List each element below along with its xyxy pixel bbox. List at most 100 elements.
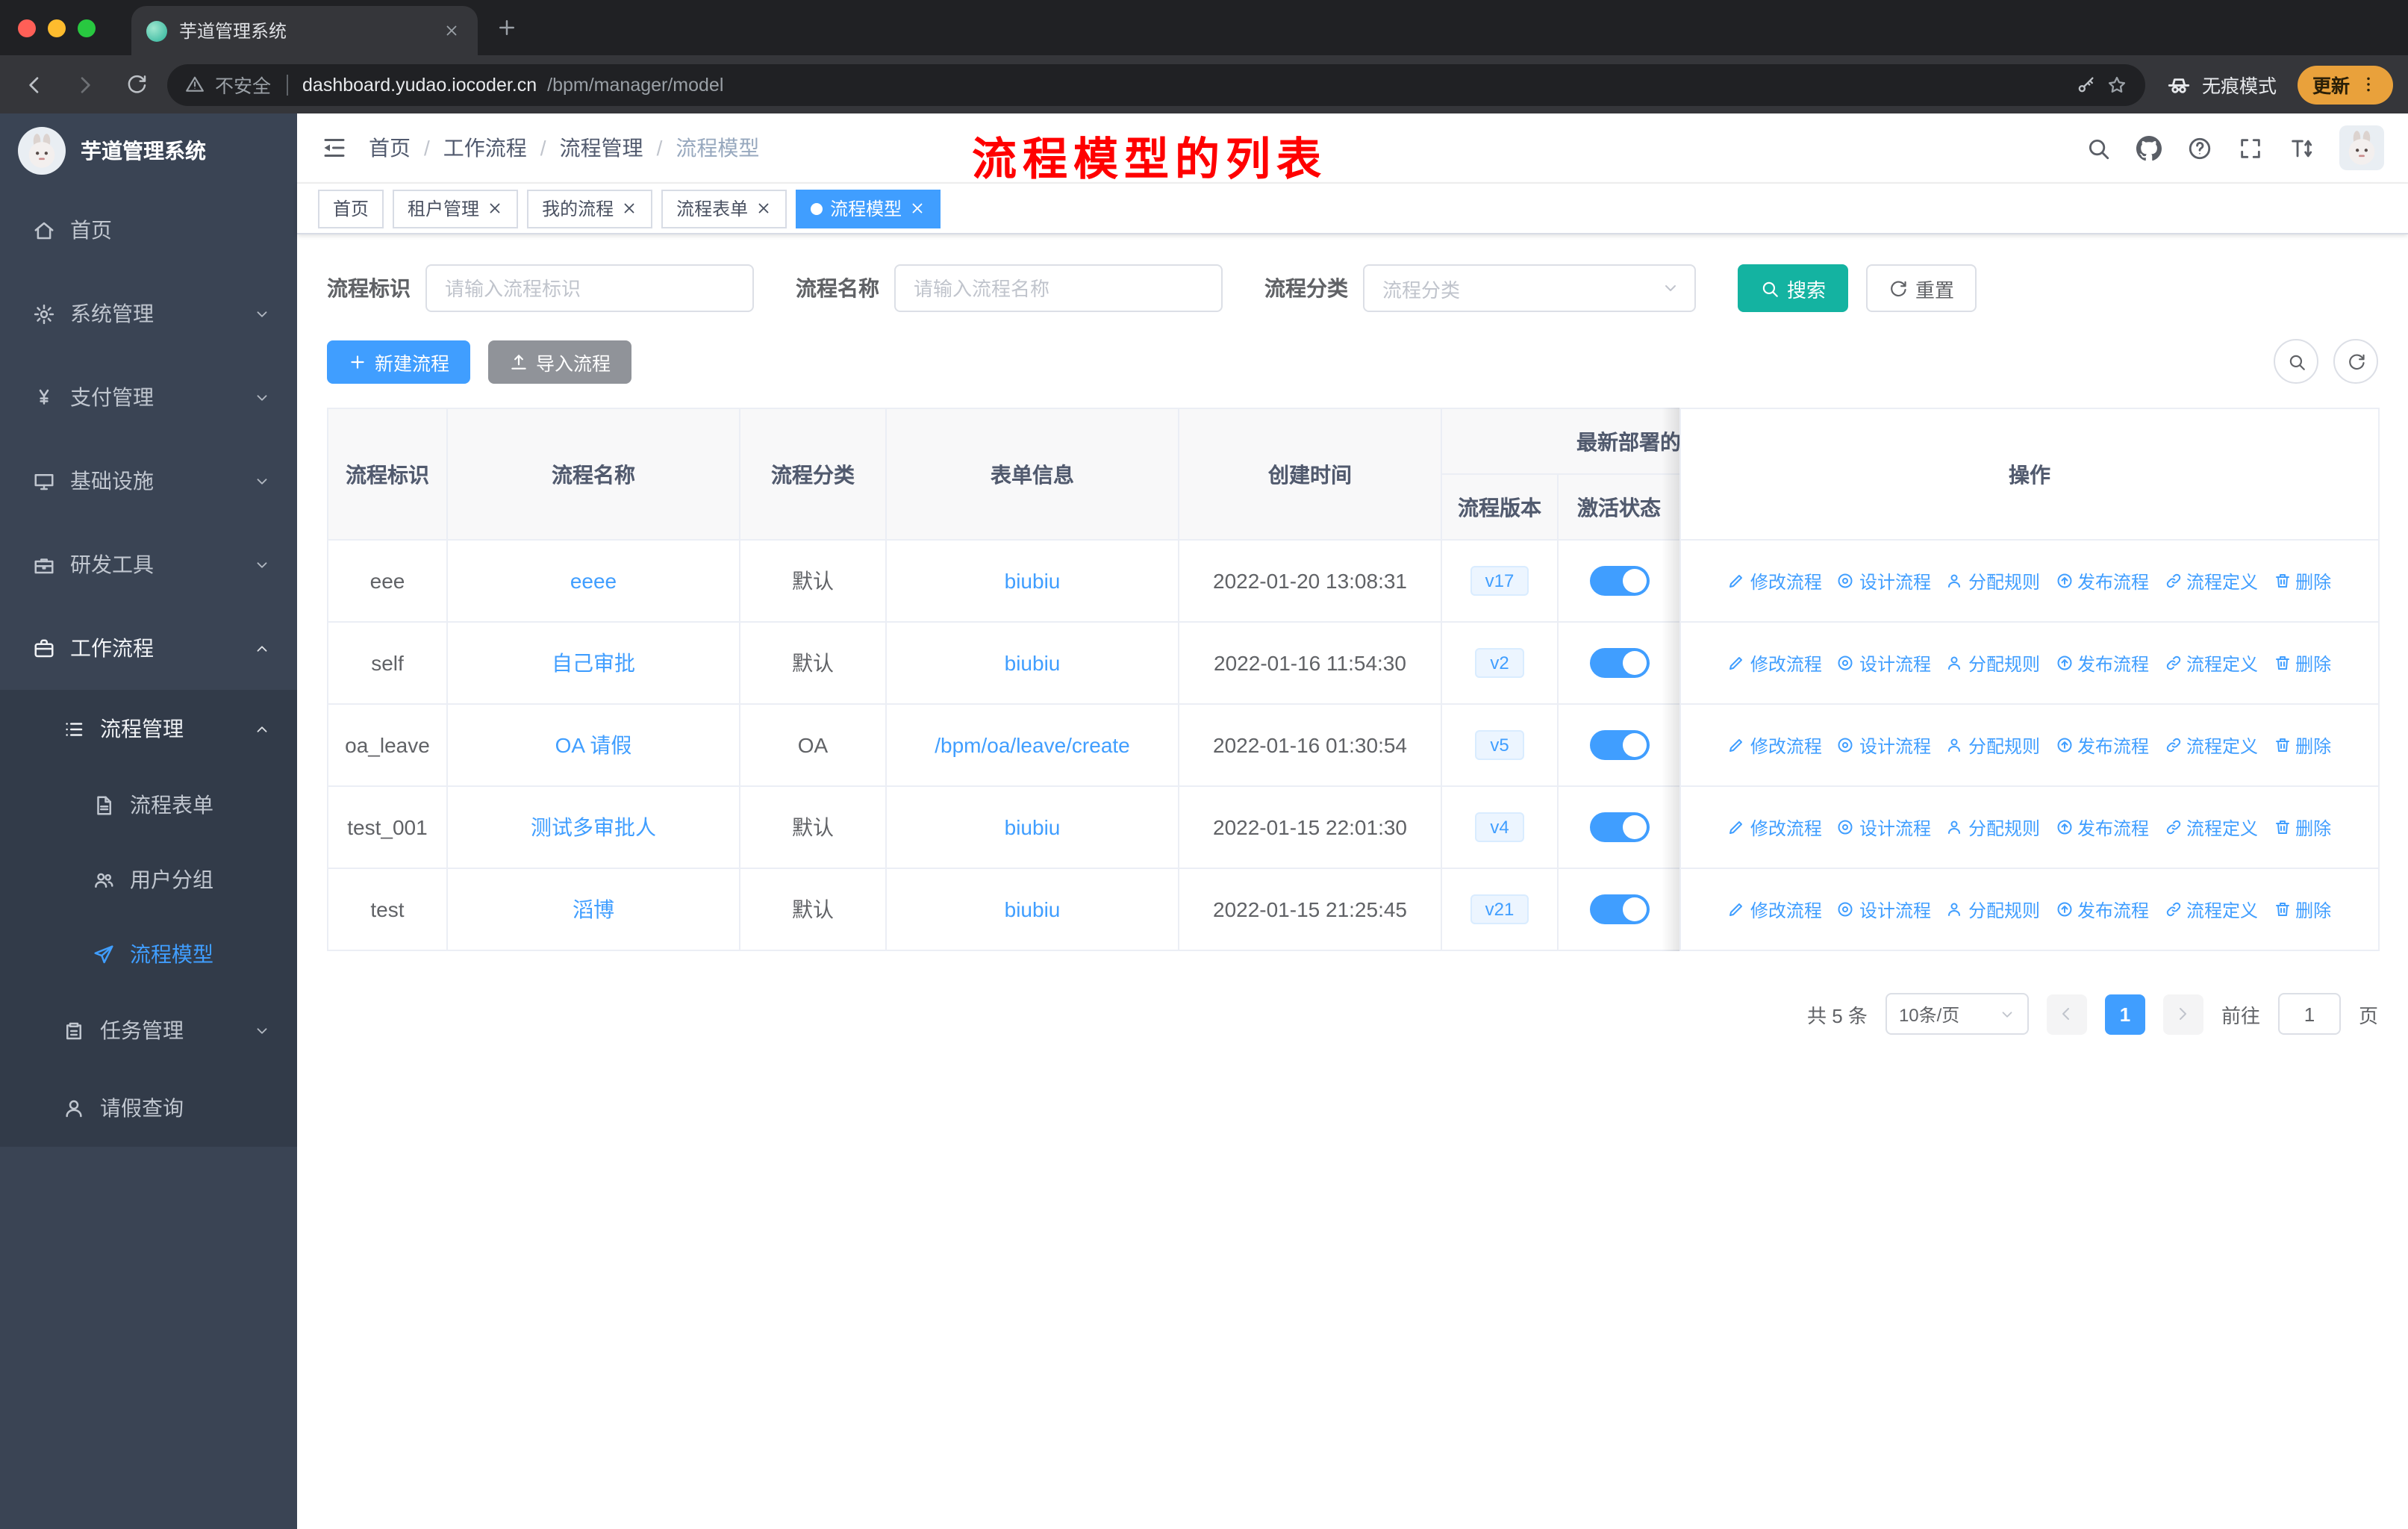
tab-close-icon[interactable] [439,19,463,43]
form-info-link[interactable]: biubiu [1005,651,1061,675]
refresh-table-button[interactable] [2333,339,2378,384]
sidebar-item-devtool[interactable]: 研发工具 [0,523,297,606]
action-define[interactable]: 流程定义 [2164,732,2258,758]
search-icon[interactable] [2086,135,2111,161]
user-avatar[interactable] [2339,125,2384,170]
breadcrumb-item[interactable]: 流程管理 [560,133,643,163]
status-toggle[interactable] [1589,812,1649,842]
form-info-link[interactable]: biubiu [1005,815,1061,839]
action-delete[interactable]: 删除 [2273,897,2331,922]
reload-icon[interactable] [116,65,155,104]
sidebar-item-task-mgmt[interactable]: 任务管理 [0,991,297,1069]
filter-category-select[interactable]: 流程分类 [1363,264,1696,312]
next-page-button[interactable] [2162,994,2203,1034]
browser-tab[interactable]: 芋道管理系统 [131,6,478,55]
status-toggle[interactable] [1589,648,1649,678]
sidebar-item-system[interactable]: 系统管理 [0,272,297,355]
action-design[interactable]: 设计流程 [1837,897,1931,922]
action-design[interactable]: 设计流程 [1837,650,1931,676]
view-tag[interactable]: 首页 [318,189,384,228]
action-define[interactable]: 流程定义 [2164,815,2258,840]
forward-icon[interactable] [66,65,105,104]
github-icon[interactable] [2136,135,2162,161]
action-edit[interactable]: 修改流程 [1728,897,1822,922]
sidebar-item-infra[interactable]: 基础设施 [0,439,297,523]
close-icon[interactable] [621,200,637,217]
sidebar-item-process-model[interactable]: 流程模型 [0,917,297,991]
action-define[interactable]: 流程定义 [2164,650,2258,676]
close-icon[interactable] [755,200,772,217]
page-number-button[interactable]: 1 [2104,994,2145,1034]
security-label[interactable]: 不安全 [215,70,271,99]
action-delete[interactable]: 删除 [2273,815,2331,840]
prev-page-button[interactable] [2046,994,2087,1034]
view-tag[interactable]: 租户管理 [393,189,519,228]
toggle-search-button[interactable] [2274,339,2318,384]
action-publish[interactable]: 发布流程 [2055,568,2149,594]
sidebar-fold-icon[interactable] [321,134,348,161]
help-icon[interactable] [2187,135,2212,161]
action-assign[interactable]: 分配规则 [1946,815,2040,840]
form-info-link[interactable]: biubiu [1005,569,1061,593]
view-tag[interactable]: 我的流程 [527,189,653,228]
filter-name-input[interactable] [894,264,1223,312]
zoom-window-button[interactable] [78,19,96,37]
import-process-button[interactable]: 导入流程 [488,340,632,383]
form-info-link[interactable]: biubiu [1005,897,1061,921]
filter-id-input[interactable] [425,264,754,312]
view-tag[interactable]: 流程模型 [796,189,941,228]
close-window-button[interactable] [18,19,36,37]
action-edit[interactable]: 修改流程 [1728,650,1822,676]
back-icon[interactable] [15,65,54,104]
process-name-link[interactable]: eeee [570,569,617,593]
sidebar-item-home[interactable]: 首页 [0,188,297,272]
action-delete[interactable]: 删除 [2273,650,2331,676]
sidebar-item-user-group[interactable]: 用户分组 [0,842,297,917]
breadcrumb-item[interactable]: 工作流程 [443,133,527,163]
process-name-link[interactable]: 滔博 [573,897,614,921]
view-tag[interactable]: 流程表单 [661,189,787,228]
action-design[interactable]: 设计流程 [1837,568,1931,594]
process-name-link[interactable]: OA 请假 [555,733,632,757]
process-name-link[interactable]: 自己审批 [552,651,635,675]
sidebar-item-pay[interactable]: 支付管理 [0,355,297,439]
close-icon[interactable] [909,200,926,217]
action-publish[interactable]: 发布流程 [2055,732,2149,758]
fullscreen-icon[interactable] [2238,135,2263,161]
key-icon[interactable] [2075,74,2096,95]
action-assign[interactable]: 分配规则 [1946,650,2040,676]
status-toggle[interactable] [1589,566,1649,596]
menu-dots-icon[interactable] [2359,75,2378,94]
font-size-icon[interactable] [2289,135,2314,161]
sidebar-item-leave-query[interactable]: 请假查询 [0,1069,297,1147]
minimize-window-button[interactable] [48,19,66,37]
goto-page-input[interactable] [2277,993,2341,1035]
action-edit[interactable]: 修改流程 [1728,732,1822,758]
action-define[interactable]: 流程定义 [2164,897,2258,922]
search-button[interactable]: 搜索 [1738,264,1849,312]
sidebar-item-process-form[interactable]: 流程表单 [0,767,297,842]
close-icon[interactable] [487,200,503,217]
action-assign[interactable]: 分配规则 [1946,897,2040,922]
breadcrumb-item[interactable]: 首页 [369,133,411,163]
action-delete[interactable]: 删除 [2273,732,2331,758]
action-publish[interactable]: 发布流程 [2055,650,2149,676]
status-toggle[interactable] [1589,730,1649,760]
form-info-link[interactable]: /bpm/oa/leave/create [935,733,1130,757]
sidebar-item-process-mgmt[interactable]: 流程管理 [0,690,297,767]
action-publish[interactable]: 发布流程 [2055,897,2149,922]
create-process-button[interactable]: 新建流程 [327,340,471,383]
action-assign[interactable]: 分配规则 [1946,732,2040,758]
bookmark-star-icon[interactable] [2106,74,2127,95]
page-size-select[interactable]: 10条/页 [1885,993,2029,1035]
action-edit[interactable]: 修改流程 [1728,815,1822,840]
update-button[interactable]: 更新 [2297,65,2393,104]
action-design[interactable]: 设计流程 [1837,815,1931,840]
status-toggle[interactable] [1589,894,1649,924]
action-design[interactable]: 设计流程 [1837,732,1931,758]
process-name-link[interactable]: 测试多审批人 [531,815,656,839]
action-assign[interactable]: 分配规则 [1946,568,2040,594]
sidebar-item-workflow[interactable]: 工作流程 [0,606,297,690]
action-publish[interactable]: 发布流程 [2055,815,2149,840]
new-tab-button[interactable] [496,16,518,39]
